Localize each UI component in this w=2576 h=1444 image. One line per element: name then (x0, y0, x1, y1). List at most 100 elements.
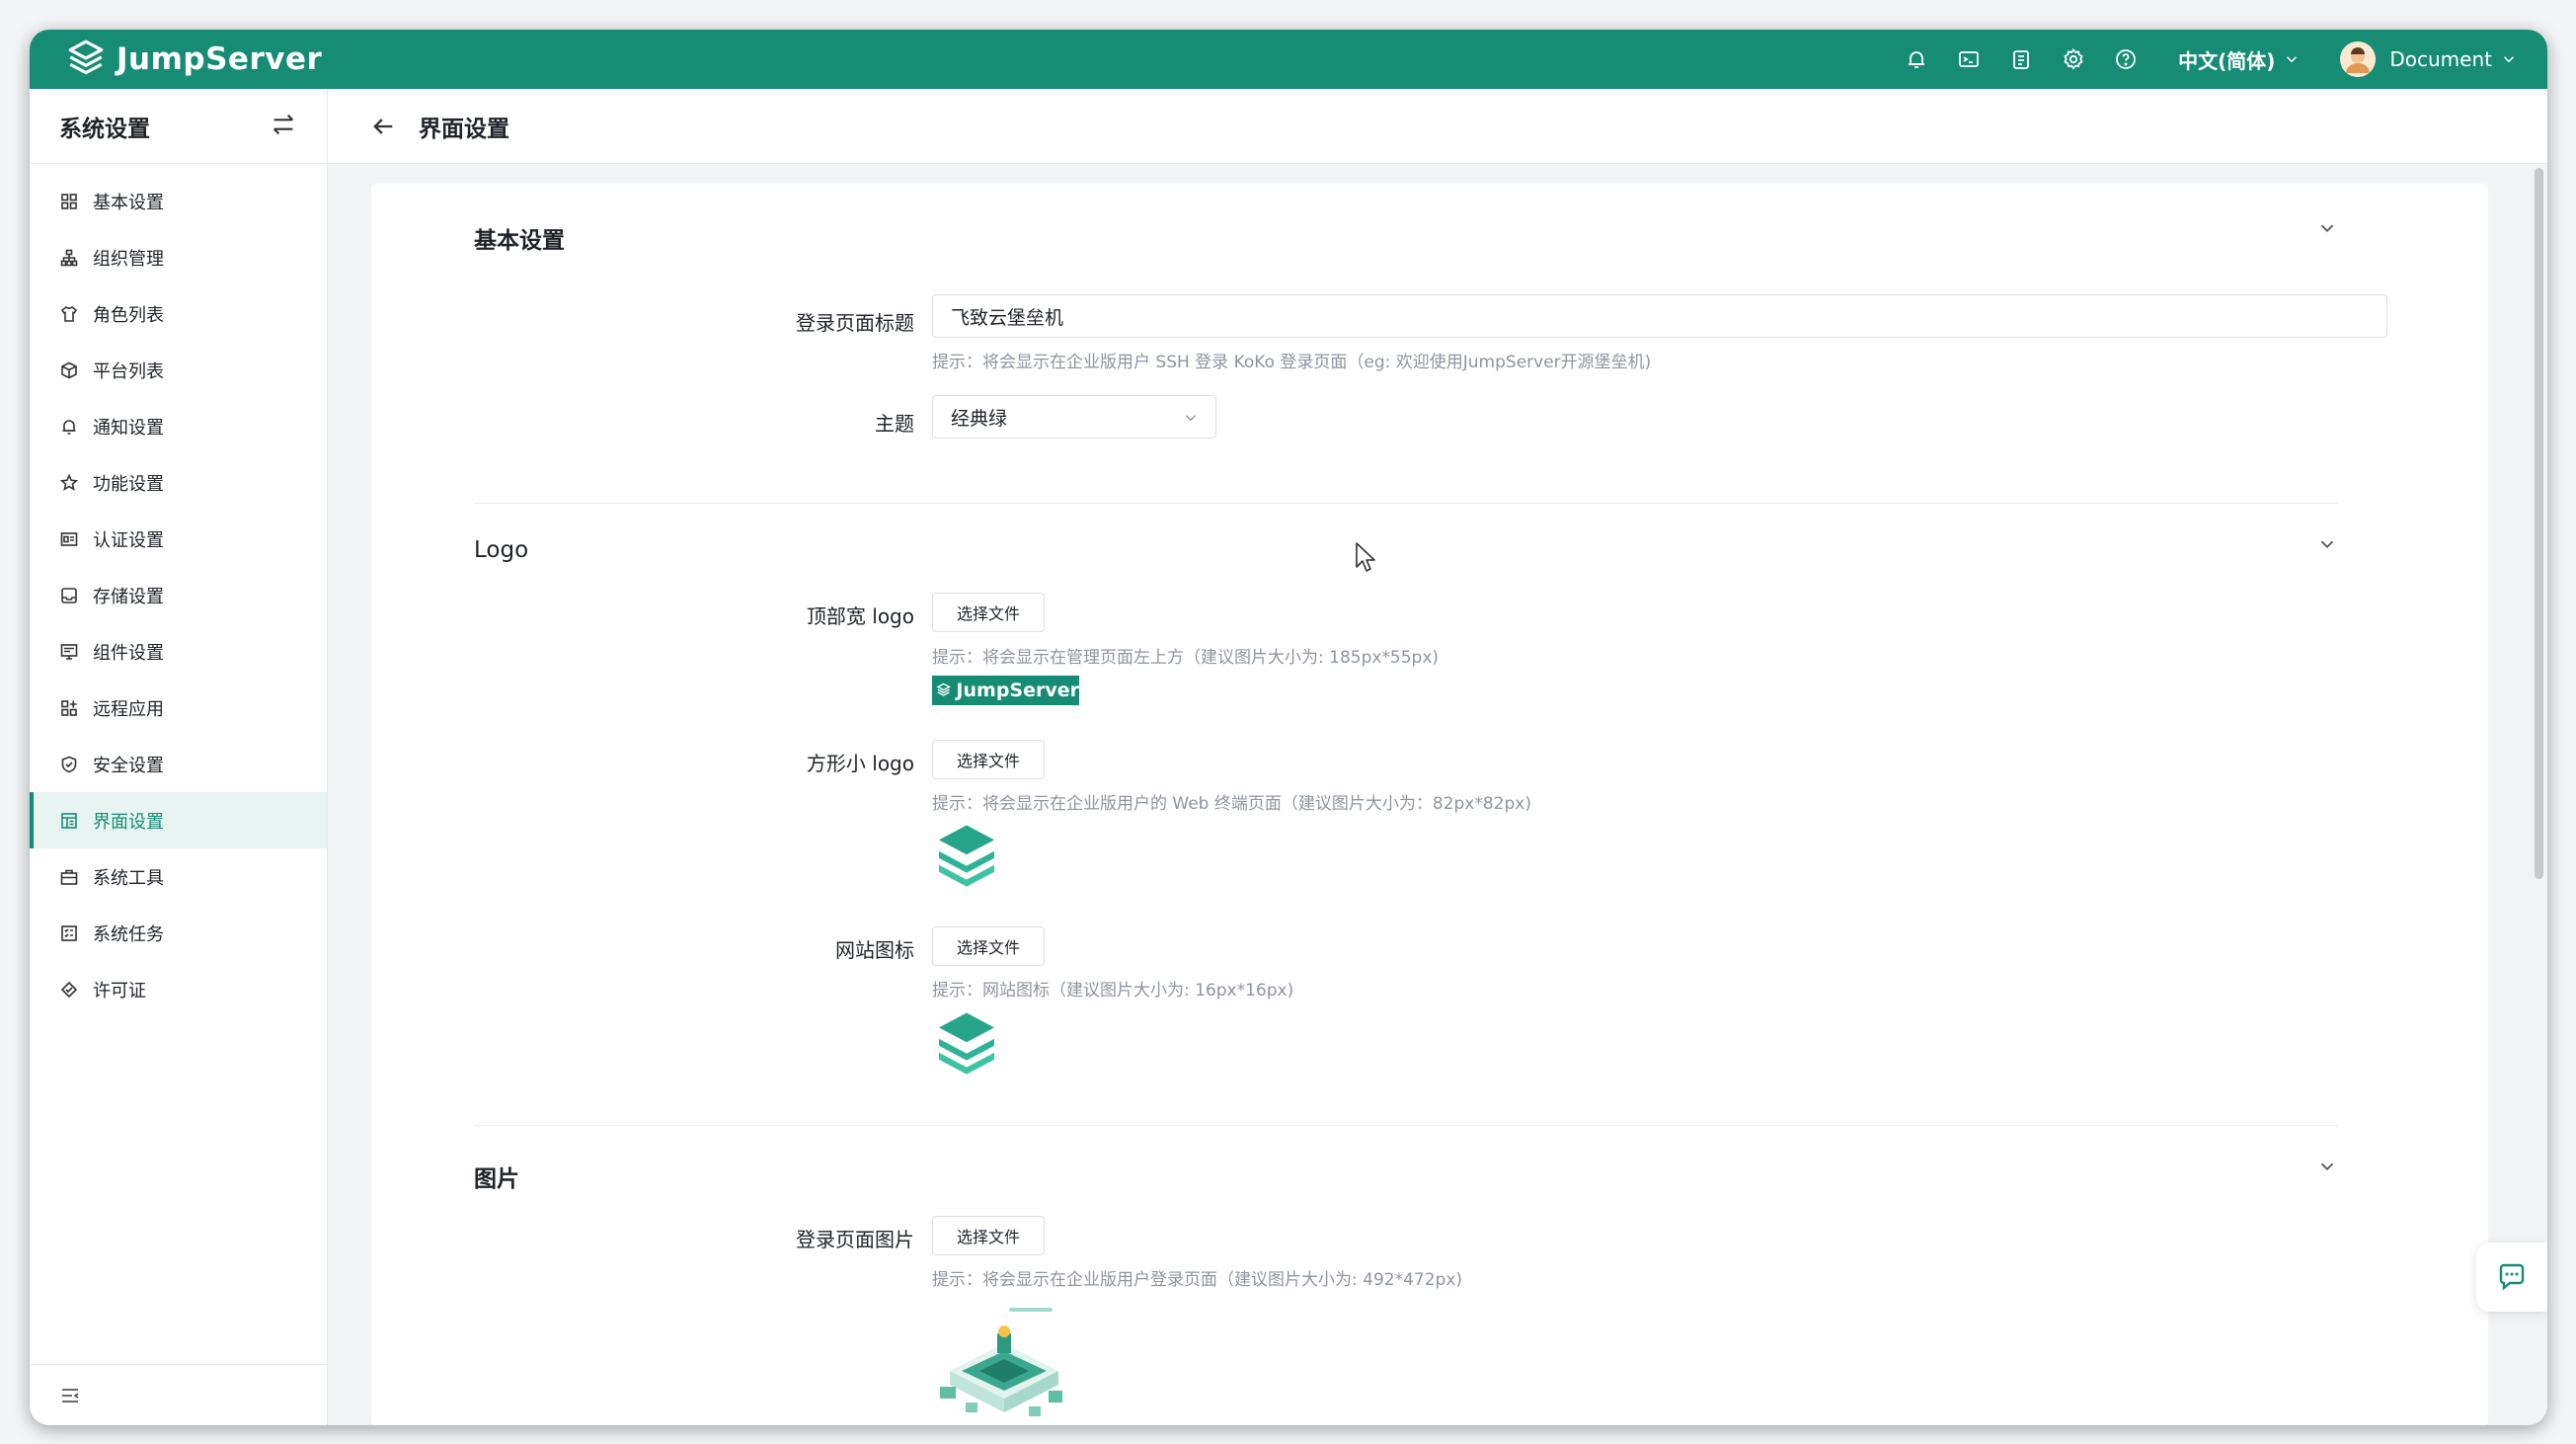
id-card-icon (59, 529, 79, 549)
clipboard-icon[interactable] (2008, 46, 2034, 72)
wide-logo-hint: 提示：将会显示在管理页面左上方（建议图片大小为: 185px*55px) (932, 648, 1440, 668)
section-title: Logo (474, 537, 529, 563)
inbox-icon (59, 586, 79, 605)
mouse-cursor-icon (1356, 542, 1375, 572)
shirt-icon (59, 304, 79, 324)
square-logo-label: 方形小 logo (806, 752, 914, 775)
chat-bubble-icon (2499, 1263, 2525, 1291)
sidebar-item-label: 界面设置 (93, 811, 164, 833)
login-image-choose-button[interactable]: 选择文件 (932, 1216, 1045, 1255)
sidebar-item-interface[interactable]: 界面设置 (30, 792, 327, 848)
sidebar-item-auth[interactable]: 认证设置 (30, 511, 327, 567)
sidebar-item-label: 认证设置 (93, 529, 164, 551)
sidebar-item-remote-apps[interactable]: 远程应用 (30, 680, 327, 736)
sidebar-item-storage[interactable]: 存储设置 (30, 567, 327, 623)
login-title-hint: 提示：将会显示在企业版用户 SSH 登录 KoKo 登录页面（eg: 欢迎使用J… (932, 353, 1652, 372)
layout-icon (59, 811, 79, 831)
sidebar-item-security[interactable]: 安全设置 (30, 736, 327, 792)
sidebar-item-label: 组织管理 (93, 248, 164, 270)
shield-icon (59, 755, 79, 774)
login-title-label: 登录页面标题 (796, 311, 914, 335)
scrollbar-thumb[interactable] (2535, 168, 2543, 879)
sidebar: 系统设置 基本设置 组织管理 角色列表 平台列表 通知设置 功能设置 认证设置 … (30, 89, 328, 1425)
theme-value: 经典绿 (951, 407, 1008, 430)
jumpserver-logo-icon (936, 682, 951, 696)
sidebar-item-label: 系统任务 (93, 923, 164, 945)
section-image-header: 图片 (474, 1160, 2338, 1199)
star-icon (59, 473, 79, 493)
divider (474, 1125, 2338, 1126)
sidebar-item-label: 系统工具 (93, 867, 164, 889)
sidebar-item-label: 角色列表 (93, 304, 164, 326)
favicon-label: 网站图标 (835, 938, 914, 962)
sidebar-item-label: 基本设置 (93, 192, 164, 213)
brand[interactable]: JumpServer (65, 39, 322, 80)
wide-logo-label: 顶部宽 logo (806, 604, 914, 628)
favicon-hint: 提示：网站图标（建议图片大小为: 16px*16px) (932, 981, 1294, 1001)
apps-icon (59, 698, 79, 718)
language-selector[interactable]: 中文(简体) (2178, 45, 2301, 74)
wide-logo-text: JumpServer (956, 680, 1079, 701)
sidebar-item-license[interactable]: 许可证 (30, 961, 327, 1017)
chevron-down-icon (1185, 415, 1197, 422)
favicon-choose-button[interactable]: 选择文件 (932, 926, 1045, 966)
cube-icon (59, 361, 79, 380)
square-logo-choose-button[interactable]: 选择文件 (932, 740, 1045, 779)
gear-icon[interactable] (2061, 46, 2086, 72)
wide-logo-preview: JumpServer (932, 676, 1079, 705)
sidebar-item-label: 功能设置 (93, 473, 164, 495)
sidebar-item-label: 通知设置 (93, 417, 164, 439)
divider (474, 503, 2338, 504)
sidebar-item-tasks[interactable]: 系统任务 (30, 905, 327, 961)
sidebar-title: 系统设置 (59, 116, 150, 142)
avatar (2340, 41, 2377, 77)
menu-collapse-icon (62, 1388, 79, 1403)
sidebar-item-tools[interactable]: 系统工具 (30, 848, 327, 905)
chevron-down-icon[interactable] (2316, 1156, 2338, 1177)
sidebar-item-features[interactable]: 功能设置 (30, 454, 327, 511)
app-window: JumpServer 中文(简体) Document 系统设置 基本设置 组织管… (30, 30, 2547, 1425)
login-image-label: 登录页面图片 (796, 1228, 914, 1251)
org-icon (59, 248, 79, 268)
section-title: 图片 (474, 1166, 519, 1192)
sidebar-item-org[interactable]: 组织管理 (30, 229, 327, 285)
sidebar-item-label: 组件设置 (93, 642, 164, 664)
sidebar-item-components[interactable]: 组件设置 (30, 623, 327, 680)
sidebar-item-notifications[interactable]: 通知设置 (30, 398, 327, 454)
swap-icon[interactable] (270, 111, 297, 142)
sidebar-item-roles[interactable]: 角色列表 (30, 285, 327, 342)
login-image-hint: 提示：将会显示在企业版用户登录页面（建议图片大小为: 492*472px) (932, 1270, 1463, 1290)
badge-icon (59, 980, 79, 1000)
chevron-down-icon[interactable] (2316, 217, 2338, 239)
bell-icon (59, 417, 79, 437)
sidebar-item-label: 安全设置 (93, 755, 164, 776)
chat-assistant-button[interactable] (2476, 1243, 2547, 1312)
login-title-input[interactable]: 飞致云堡垒机 (932, 294, 2387, 338)
section-title: 基本设置 (474, 228, 565, 254)
tasks-icon (59, 923, 79, 943)
language-label: 中文(简体) (2178, 48, 2276, 73)
grid-icon (59, 192, 79, 211)
user-menu[interactable]: Document (2340, 41, 2518, 77)
arrow-left-icon[interactable] (369, 113, 397, 140)
section-basic-header: 基本设置 (474, 221, 2338, 261)
help-icon[interactable] (2113, 46, 2139, 72)
terminal-icon[interactable] (1956, 46, 1982, 72)
bell-icon[interactable] (1904, 46, 1929, 72)
sidebar-item-basic[interactable]: 基本设置 (30, 173, 327, 229)
sidebar-collapse[interactable] (30, 1364, 327, 1425)
chevron-down-icon (2503, 56, 2515, 63)
sidebar-header: 系统设置 (30, 89, 327, 164)
login-title-value: 飞致云堡垒机 (951, 306, 1064, 329)
sidebar-item-label: 平台列表 (93, 361, 164, 382)
sidebar-item-platforms[interactable]: 平台列表 (30, 342, 327, 398)
brand-name: JumpServer (117, 41, 323, 77)
sidebar-menu: 基本设置 组织管理 角色列表 平台列表 通知设置 功能设置 认证设置 存储设置 … (30, 164, 327, 1017)
square-logo-preview-icon (939, 825, 994, 887)
theme-label: 主题 (875, 412, 914, 436)
section-logo-header: Logo (474, 537, 2338, 577)
theme-select[interactable]: 经典绿 (932, 395, 1216, 439)
chevron-down-icon[interactable] (2316, 533, 2338, 555)
wide-logo-choose-button[interactable]: 选择文件 (932, 593, 1045, 632)
square-logo-hint: 提示：将会显示在企业版用户的 Web 终端页面（建议图片大小为：82px*82p… (932, 794, 1531, 814)
